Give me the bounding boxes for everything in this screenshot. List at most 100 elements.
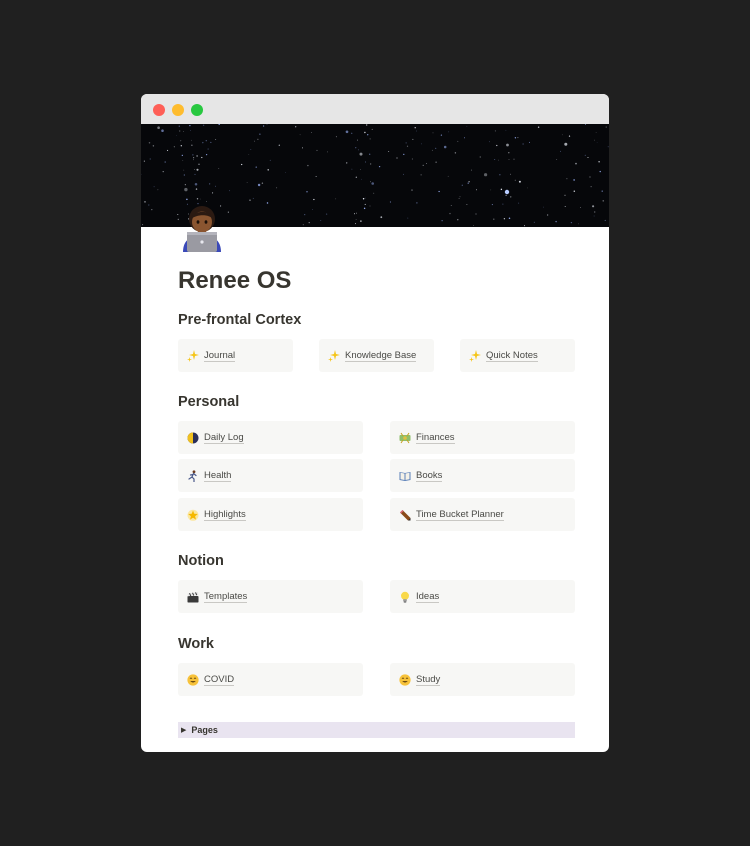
star <box>479 156 481 158</box>
star <box>364 203 366 205</box>
star <box>422 164 424 166</box>
minimize-button[interactable] <box>172 104 184 116</box>
star <box>406 145 409 147</box>
star <box>380 216 383 219</box>
star <box>207 148 209 150</box>
star <box>144 201 146 203</box>
star <box>411 189 413 191</box>
star <box>508 151 510 154</box>
star <box>389 201 391 203</box>
star <box>514 137 517 139</box>
star <box>505 129 507 131</box>
star <box>493 218 495 220</box>
star <box>351 168 353 170</box>
window-titlebar <box>141 94 609 124</box>
link-daily-log[interactable]: Daily Log <box>178 421 363 454</box>
star <box>537 126 540 128</box>
star <box>229 190 231 192</box>
star <box>307 164 309 167</box>
star <box>205 140 207 142</box>
star <box>157 189 159 191</box>
star <box>435 147 437 149</box>
sparkles-icon <box>328 349 340 362</box>
link-highlights[interactable]: Highlights <box>178 498 363 531</box>
star <box>195 188 198 190</box>
star <box>476 189 477 191</box>
link-label: Finances <box>416 431 455 444</box>
pencil-icon <box>399 509 411 521</box>
star <box>378 165 381 168</box>
pages-toggle[interactable]: ▶ Pages <box>178 722 575 738</box>
clapper-icon <box>187 591 199 603</box>
star <box>490 189 492 191</box>
link-books[interactable]: Books <box>390 459 575 492</box>
star <box>345 130 349 134</box>
star <box>248 154 250 155</box>
star <box>176 134 178 136</box>
star <box>494 159 496 160</box>
star <box>580 207 581 208</box>
link-quick-notes[interactable]: Quick Notes <box>460 339 575 372</box>
link-time-bucket-planner[interactable]: Time Bucket Planner <box>390 498 575 531</box>
star <box>157 126 160 130</box>
star <box>598 161 600 163</box>
star <box>218 124 220 126</box>
woman-technologist-emoji-icon[interactable] <box>179 204 225 252</box>
link-templates[interactable]: Templates <box>178 580 363 613</box>
maximize-button[interactable] <box>191 104 203 116</box>
smiley-icon <box>187 673 199 686</box>
star <box>295 126 297 128</box>
star <box>575 162 577 165</box>
star <box>564 205 566 208</box>
star <box>269 159 271 161</box>
star <box>227 211 229 213</box>
star <box>450 205 452 206</box>
star <box>262 125 265 127</box>
star <box>143 160 145 162</box>
star <box>461 184 463 186</box>
link-health[interactable]: Health <box>178 459 363 492</box>
star <box>364 131 366 134</box>
star <box>420 174 422 176</box>
star <box>407 217 409 219</box>
star <box>578 223 579 225</box>
star <box>167 149 169 151</box>
star <box>509 173 512 175</box>
link-ideas[interactable]: Ideas <box>390 580 575 613</box>
star <box>449 212 451 215</box>
star <box>182 159 184 161</box>
star <box>189 124 191 127</box>
star <box>366 124 368 126</box>
star <box>327 151 328 153</box>
star <box>359 152 363 156</box>
link-finances[interactable]: Finances <box>390 421 575 454</box>
star <box>496 144 498 147</box>
star <box>365 161 366 163</box>
star <box>299 134 301 136</box>
star <box>421 143 422 145</box>
star <box>590 186 592 188</box>
star <box>200 198 201 200</box>
link-journal[interactable]: Journal <box>178 339 293 372</box>
star <box>466 125 468 127</box>
close-button[interactable] <box>153 104 165 116</box>
star <box>593 215 595 217</box>
link-label: Templates <box>204 590 248 603</box>
star <box>255 166 257 168</box>
star <box>184 184 186 186</box>
link-knowledge-base[interactable]: Knowledge Base <box>319 339 434 372</box>
star <box>601 190 603 192</box>
runner-icon <box>187 469 199 482</box>
moon-icon <box>187 432 199 444</box>
star <box>250 148 252 150</box>
section-heading-notion: Notion <box>178 553 224 569</box>
star <box>457 140 459 142</box>
star <box>257 183 261 187</box>
star <box>164 161 166 163</box>
link-covid[interactable]: COVID <box>178 663 363 696</box>
star <box>604 219 606 221</box>
star <box>278 144 280 146</box>
star <box>470 169 472 171</box>
star <box>431 149 433 151</box>
link-study[interactable]: Study <box>390 663 575 696</box>
